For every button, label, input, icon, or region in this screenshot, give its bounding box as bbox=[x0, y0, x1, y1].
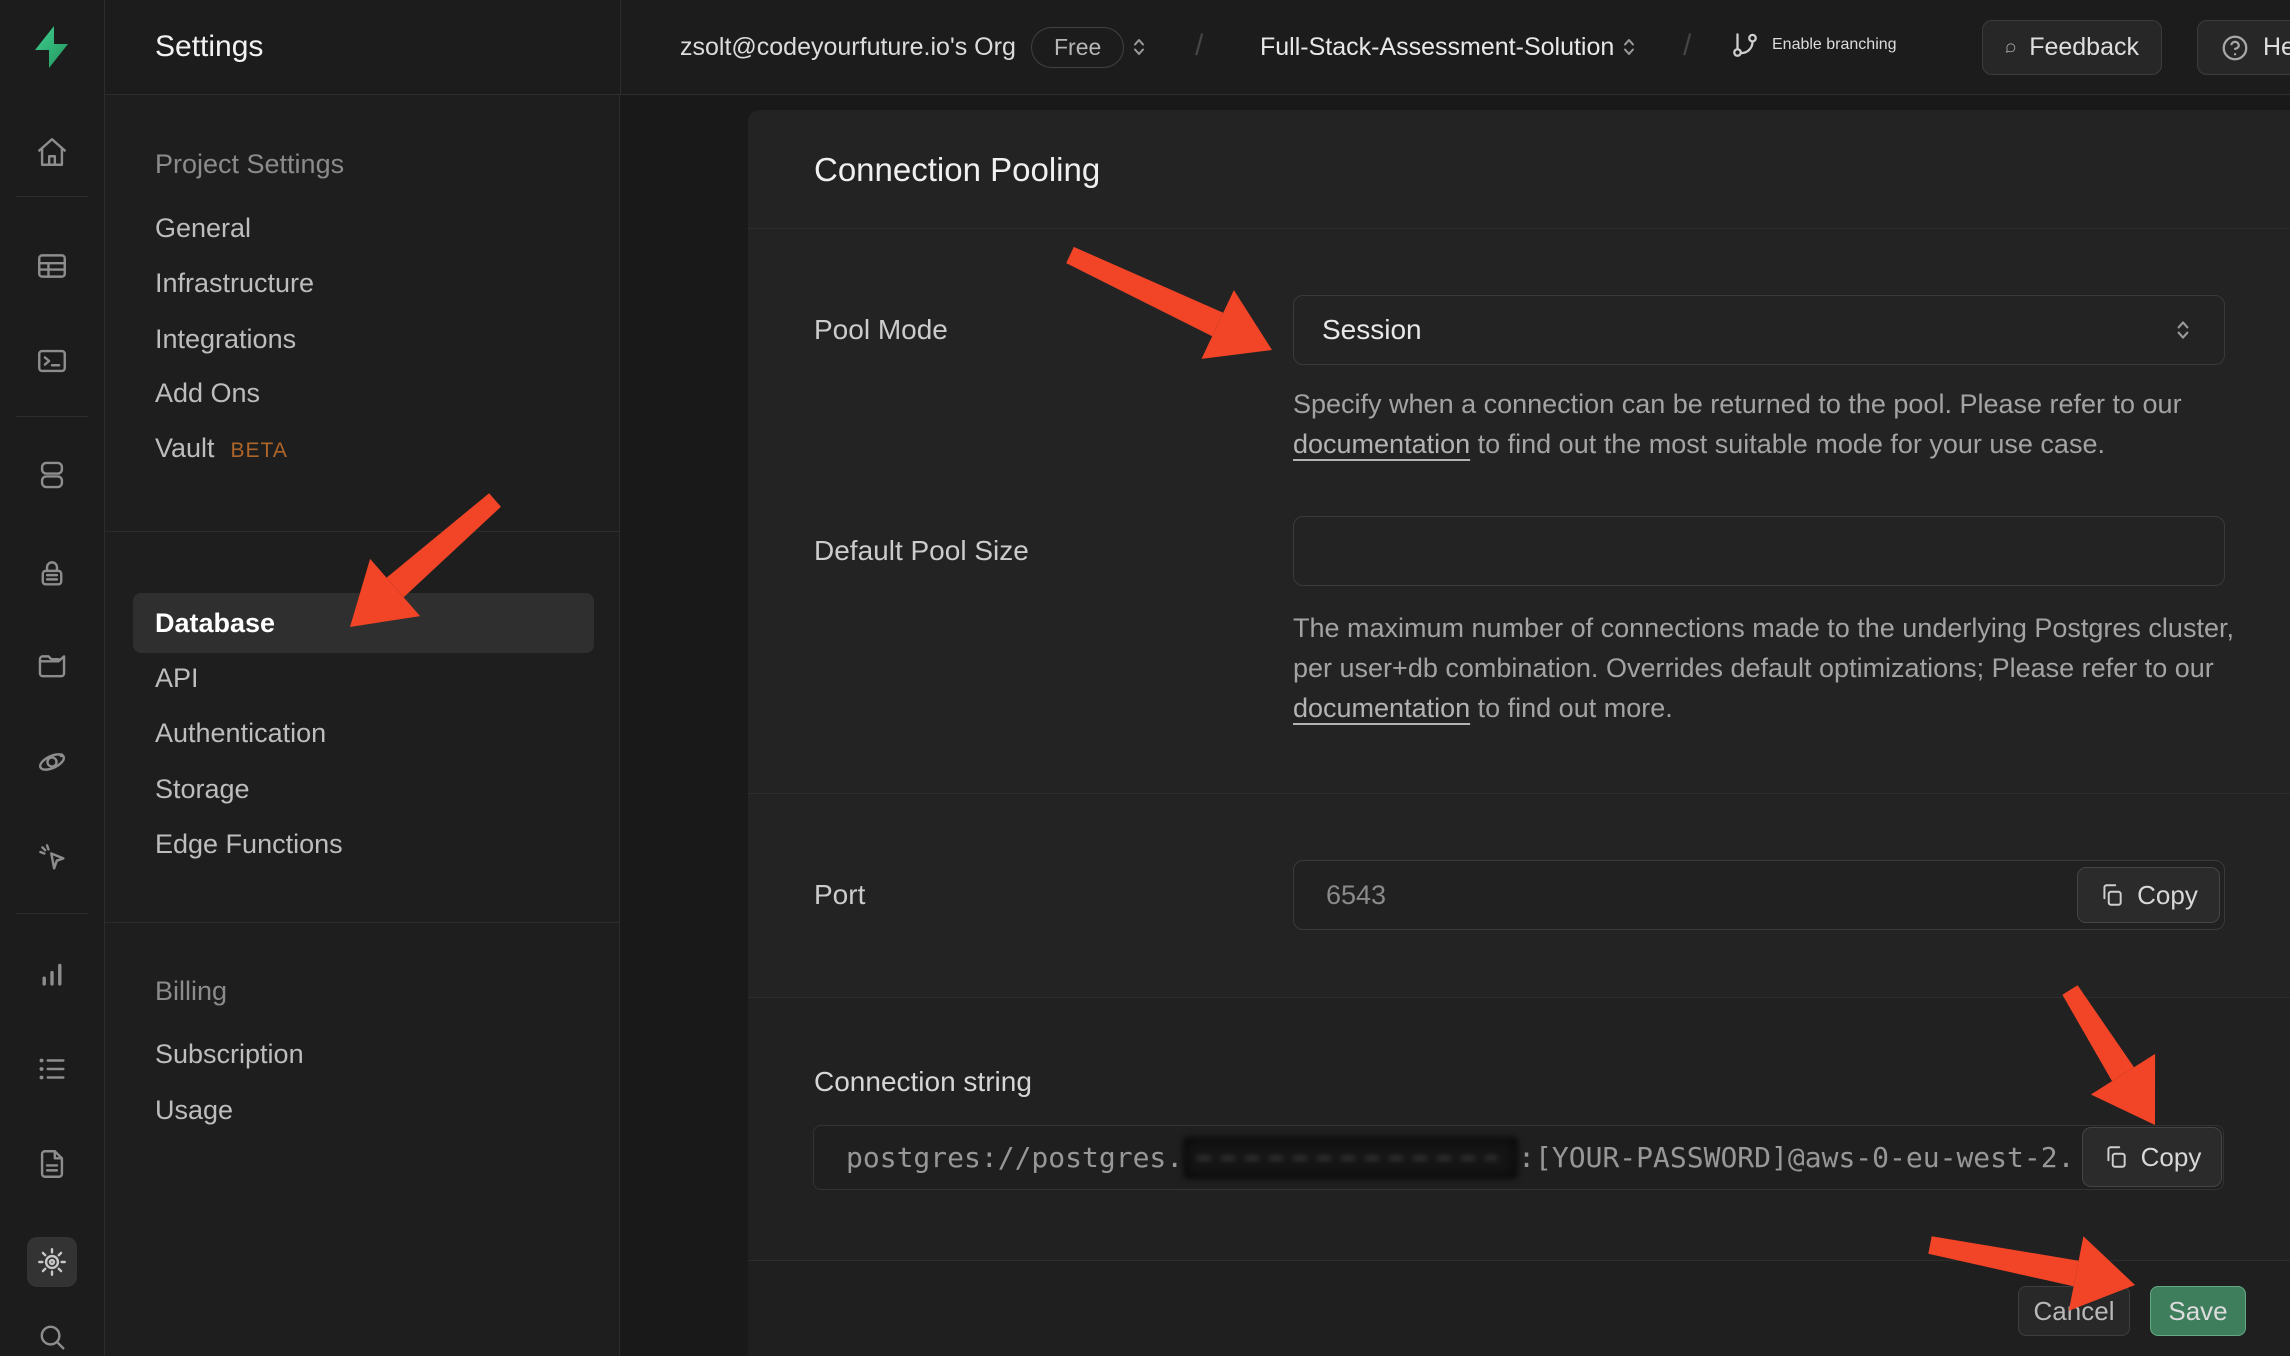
supabase-logo-icon[interactable] bbox=[28, 22, 76, 72]
description-text: The maximum number of connections made t… bbox=[1293, 613, 2234, 683]
help-icon bbox=[2220, 33, 2250, 63]
cancel-button[interactable]: Cancel bbox=[2018, 1286, 2130, 1336]
help-label: Help bbox=[2263, 33, 2290, 62]
settings-sidebar: Project Settings General Infrastructure … bbox=[105, 95, 620, 1356]
documentation-link[interactable]: documentation bbox=[1293, 693, 1470, 723]
connection-string-label: Connection string bbox=[814, 1065, 1032, 1099]
panel-footer: Cancel Save bbox=[748, 1260, 2290, 1356]
rail-divider bbox=[16, 416, 88, 417]
divider bbox=[748, 793, 2290, 794]
rail-divider bbox=[16, 913, 88, 914]
nav-section-header: Project Settings bbox=[155, 147, 344, 181]
project-breadcrumb[interactable]: Full-Stack-Assessment-Solution bbox=[1260, 30, 1614, 64]
sidebar-item-integrations[interactable]: Integrations bbox=[155, 322, 296, 356]
sidebar-item-usage[interactable]: Usage bbox=[155, 1093, 233, 1127]
chevron-updown-icon bbox=[2170, 317, 2196, 343]
pool-mode-description: Specify when a connection can be returne… bbox=[1293, 384, 2241, 464]
connection-string-copy-button[interactable]: Copy bbox=[2082, 1127, 2222, 1187]
connection-pooling-panel: Connection Pooling Pool Mode Session Spe… bbox=[748, 110, 2290, 1356]
help-button[interactable]: Help bbox=[2197, 20, 2290, 75]
project-chevron-updown-icon[interactable] bbox=[1617, 35, 1641, 64]
copy-icon bbox=[2099, 882, 2125, 908]
settings-icon[interactable] bbox=[27, 1237, 77, 1287]
default-pool-size-input[interactable] bbox=[1293, 516, 2225, 586]
nav-divider bbox=[105, 922, 620, 923]
realtime-icon[interactable] bbox=[27, 832, 77, 882]
enable-branching-button[interactable]: Enable branching bbox=[1730, 30, 1897, 60]
pool-mode-label: Pool Mode bbox=[814, 313, 948, 347]
sidebar-item-infrastructure[interactable]: Infrastructure bbox=[155, 266, 314, 300]
connection-copy-label: Copy bbox=[2141, 1142, 2202, 1173]
divider bbox=[748, 228, 2290, 229]
feedback-label: Feedback bbox=[2029, 33, 2139, 62]
logs-icon[interactable] bbox=[27, 1044, 77, 1094]
connection-string-field[interactable]: postgres://postgres. :[YOUR-PASSWORD]@aw… bbox=[813, 1125, 2224, 1190]
default-pool-size-description: The maximum number of connections made t… bbox=[1293, 608, 2241, 728]
redacted-project-ref bbox=[1183, 1137, 1518, 1179]
home-icon[interactable] bbox=[27, 127, 77, 177]
copy-icon bbox=[2103, 1144, 2129, 1170]
sidebar-item-edge-functions[interactable]: Edge Functions bbox=[155, 827, 343, 861]
port-copy-button[interactable]: Copy bbox=[2077, 867, 2220, 923]
database-icon[interactable] bbox=[27, 450, 77, 500]
panel-title: Connection Pooling bbox=[814, 150, 1100, 190]
sidebar-item-authentication[interactable]: Authentication bbox=[155, 716, 326, 750]
org-breadcrumb[interactable]: zsolt@codeyourfuture.io's Org bbox=[680, 30, 1016, 64]
edge-functions-icon[interactable] bbox=[27, 737, 77, 787]
org-chevron-updown-icon[interactable] bbox=[1127, 35, 1151, 64]
breadcrumb-separator: / bbox=[1195, 29, 1203, 63]
sql-editor-icon[interactable] bbox=[27, 336, 77, 386]
reports-icon[interactable] bbox=[27, 949, 77, 999]
table-editor-icon[interactable] bbox=[27, 241, 77, 291]
rail-divider bbox=[16, 196, 88, 197]
port-copy-label: Copy bbox=[2137, 880, 2198, 911]
search-icon[interactable] bbox=[27, 1312, 77, 1356]
breadcrumb-separator: / bbox=[1683, 29, 1691, 63]
feedback-button[interactable]: Feedback bbox=[1982, 20, 2162, 75]
sidebar-item-api[interactable]: API bbox=[155, 661, 199, 695]
default-pool-size-label: Default Pool Size bbox=[814, 534, 1029, 568]
authentication-icon[interactable] bbox=[27, 548, 77, 598]
documentation-link[interactable]: documentation bbox=[1293, 429, 1470, 459]
supabase-settings-page: Settings zsolt@codeyourfuture.io's Org F… bbox=[0, 0, 2290, 1356]
beta-badge: BETA bbox=[231, 439, 288, 462]
top-bar: Settings zsolt@codeyourfuture.io's Org F… bbox=[105, 0, 2290, 95]
database-label: Database bbox=[155, 608, 275, 639]
icon-rail bbox=[0, 0, 105, 1356]
plan-badge: Free bbox=[1031, 27, 1124, 68]
divider bbox=[620, 0, 621, 95]
api-docs-icon[interactable] bbox=[27, 1139, 77, 1189]
port-label: Port bbox=[814, 878, 865, 912]
nav-divider bbox=[105, 531, 620, 532]
git-branch-icon bbox=[1730, 30, 1760, 60]
sidebar-item-subscription[interactable]: Subscription bbox=[155, 1037, 304, 1071]
chat-bubble-icon bbox=[2005, 33, 2016, 63]
pool-mode-value: Session bbox=[1322, 314, 1422, 346]
enable-branching-label: Enable branching bbox=[1772, 36, 1897, 54]
pool-mode-select[interactable]: Session bbox=[1293, 295, 2225, 365]
description-text: to find out more. bbox=[1470, 693, 1673, 723]
save-button[interactable]: Save bbox=[2150, 1286, 2246, 1336]
sidebar-item-add-ons[interactable]: Add Ons bbox=[155, 376, 260, 410]
sidebar-item-storage[interactable]: Storage bbox=[155, 772, 250, 806]
sidebar-item-database[interactable]: Database bbox=[133, 593, 594, 653]
storage-icon[interactable] bbox=[27, 642, 77, 692]
description-text: to find out the most suitable mode for y… bbox=[1470, 429, 2105, 459]
sidebar-item-vault[interactable]: Vault BETA bbox=[155, 431, 288, 468]
nav-section-header: Billing bbox=[155, 974, 227, 1008]
description-text: Specify when a connection can be returne… bbox=[1293, 389, 2182, 419]
vault-label: Vault bbox=[155, 433, 215, 463]
page-title: Settings bbox=[155, 28, 263, 66]
sidebar-item-general[interactable]: General bbox=[155, 211, 251, 245]
connection-string-prefix: postgres://postgres. bbox=[846, 1141, 1183, 1174]
connection-string-suffix: :[YOUR-PASSWORD]@aws-0-eu-west-2. bbox=[1518, 1141, 2074, 1174]
port-value: 6543 bbox=[1326, 880, 1386, 911]
